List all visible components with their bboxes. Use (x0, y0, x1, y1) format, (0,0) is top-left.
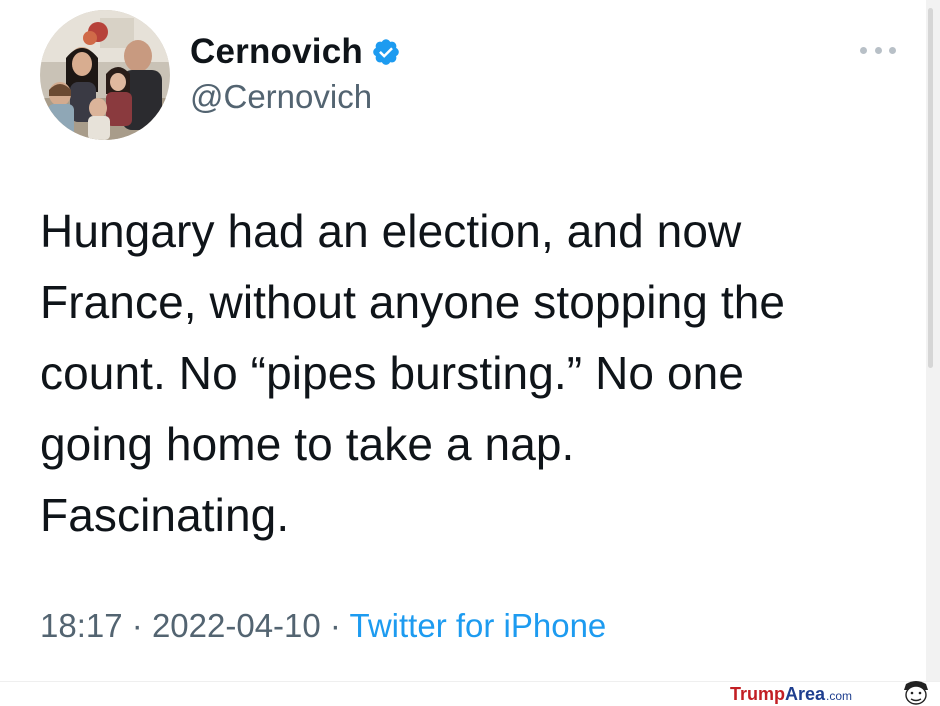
meta-separator: · (131, 607, 143, 644)
author-handle[interactable]: @Cernovich (190, 78, 372, 116)
more-options-button[interactable] (860, 42, 896, 58)
family-photo-avatar-icon (40, 10, 170, 140)
screenshot-frame: Cernovich @Cernovich Hungary had an elec… (0, 0, 940, 706)
more-dot-icon (874, 46, 882, 54)
watermark-logo: Trump Area .com (730, 683, 852, 705)
scrollbar-thumb[interactable] (928, 8, 933, 368)
tweet-date[interactable]: 2022-04-10 (152, 607, 321, 644)
tweet-time[interactable]: 18:17 (40, 607, 123, 644)
meta-separator: · (329, 607, 341, 644)
tweet-card: Cernovich @Cernovich Hungary had an elec… (0, 0, 928, 681)
more-dot-icon (860, 46, 867, 54)
tweet-metadata: 18:17 · 2022-04-10 · Twitter for iPhone (40, 607, 606, 645)
verified-badge-icon (373, 39, 399, 65)
tweet-source-link[interactable]: Twitter for iPhone (350, 607, 607, 644)
watermark-area-text: Area (785, 683, 826, 704)
cartoon-face-logo-icon (904, 681, 928, 705)
author-display-name[interactable]: Cernovich (190, 32, 363, 72)
author-avatar[interactable] (40, 10, 170, 140)
watermark-trump-text: Trump (730, 683, 786, 704)
more-dot-icon (889, 46, 896, 54)
watermark-com-text: .com (826, 689, 853, 703)
tweet-text: Hungary had an election, and now France,… (40, 205, 786, 541)
author-name-row: Cernovich (190, 30, 401, 74)
